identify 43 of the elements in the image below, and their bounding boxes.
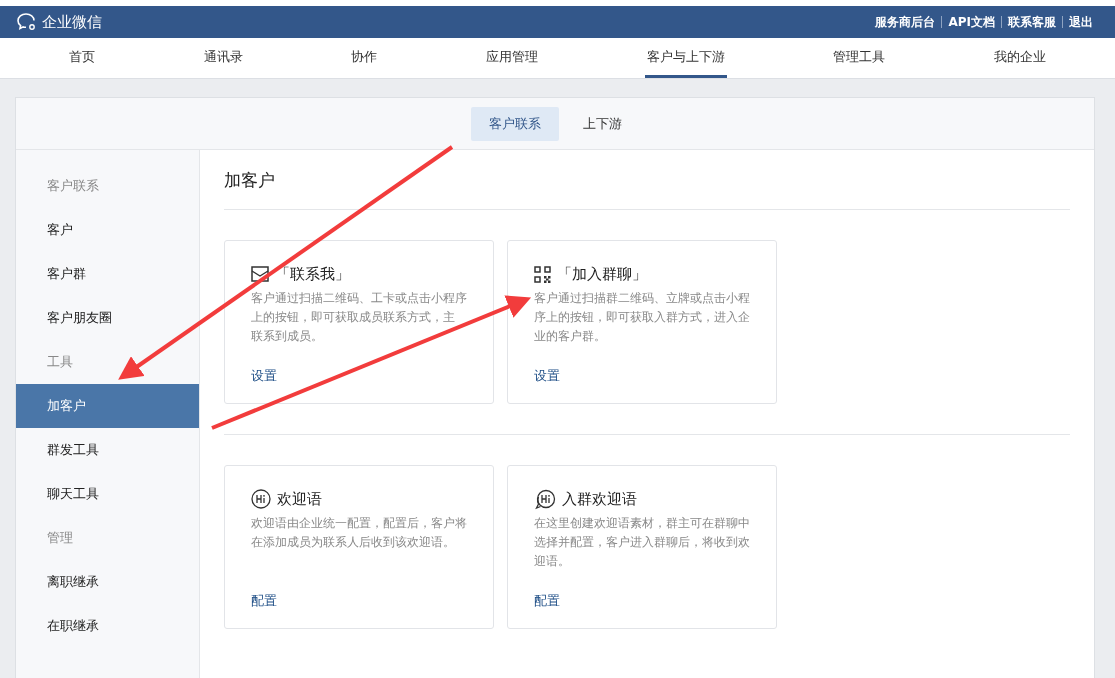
hi-chat-bubbles-icon <box>534 488 556 510</box>
brand-name: 企业微信 <box>42 12 102 32</box>
sidebar-item[interactable]: 聊天工具 <box>16 472 199 516</box>
card-description: 在这里创建欢迎语素材，群主可在群聊中 选择并配置，客户进入群聊后，将收到欢 迎语。 <box>534 515 751 570</box>
header-link[interactable]: 退出 <box>1063 13 1099 31</box>
hi-circle-icon <box>251 489 271 509</box>
sidebar-item[interactable]: 群发工具 <box>16 428 199 472</box>
nav-tab[interactable]: 协作 <box>349 38 380 78</box>
header-link[interactable]: 联系客服 <box>1002 13 1062 31</box>
card-action-link[interactable]: 配置 <box>534 592 560 610</box>
chat-bubble-logo-icon <box>16 12 38 32</box>
card-title: 欢迎语 <box>277 489 322 509</box>
envelope-icon <box>251 266 269 282</box>
card-title: 「联系我」 <box>275 264 350 284</box>
sidebar-item[interactable]: 在职继承 <box>16 604 199 648</box>
qr-code-icon <box>534 265 551 283</box>
header-link[interactable]: API文档 <box>942 13 1001 31</box>
sub-tab[interactable]: 客户联系 <box>470 106 559 141</box>
card-description: 客户通过扫描二维码、工卡或点击小程序 上的按钮，即可获取成员联系方式，主 联系到成员。 <box>251 290 468 345</box>
sidebar-item[interactable]: 客户群 <box>16 252 199 296</box>
sidebar-heading: 客户联系 <box>46 177 100 195</box>
card-action-link[interactable]: 设置 <box>251 367 277 385</box>
sidebar-item[interactable]: 加客户 <box>16 384 199 428</box>
sidebar-item[interactable]: 离职继承 <box>16 560 199 604</box>
card-description: 客户通过扫描群二维码、立牌或点击小程 序上的按钮，即可获取入群方式，进入企 业的客户群。 <box>534 290 751 345</box>
sidebar-heading: 工具 <box>46 353 74 371</box>
card-title: 「加入群聊」 <box>557 264 647 284</box>
page-title: 加客户 <box>224 150 1070 210</box>
card-action-link[interactable]: 设置 <box>534 367 560 385</box>
nav-tab[interactable]: 客户与上下游 <box>644 38 727 78</box>
nav-tab[interactable]: 首页 <box>67 38 98 78</box>
card-action-link[interactable]: 配置 <box>251 592 277 610</box>
sub-tab[interactable]: 上下游 <box>564 106 640 141</box>
nav-tab[interactable]: 管理工具 <box>831 38 888 78</box>
nav-tab[interactable]: 通讯录 <box>201 38 245 78</box>
sidebar-item[interactable]: 客户 <box>16 208 199 252</box>
card-title: 入群欢迎语 <box>562 489 637 509</box>
nav-tab[interactable]: 我的企业 <box>991 38 1048 78</box>
sidebar-heading: 管理 <box>46 529 74 547</box>
sidebar-item[interactable]: 客户朋友圈 <box>16 296 199 340</box>
card-description: 欢迎语由企业统一配置，配置后，客户将 在添加成员为联系人后收到该欢迎语。 <box>251 515 468 551</box>
nav-tab[interactable]: 应用管理 <box>483 38 540 78</box>
header-link[interactable]: 服务商后台 <box>869 13 942 31</box>
